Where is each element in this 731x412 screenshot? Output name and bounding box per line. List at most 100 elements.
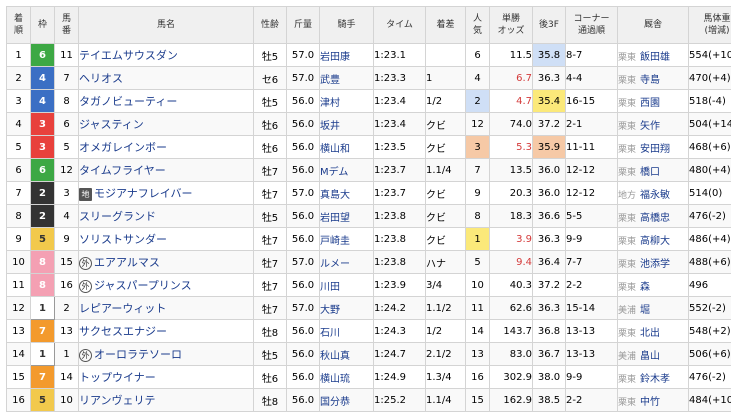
trainer-cell[interactable]: 栗東矢作 (618, 113, 689, 136)
jockey-link[interactable]: 津村 (320, 90, 374, 113)
header-pos-text: 順 (14, 26, 23, 36)
trainer-cell[interactable]: 栗東西園 (618, 90, 689, 113)
horse-name-link[interactable]: ヘリオス (79, 72, 123, 85)
trainer-link[interactable]: 高橋忠 (640, 213, 670, 224)
horse-name-cell[interactable]: レピアーウィット (79, 297, 254, 320)
horse-name-link[interactable]: エアアルマス (94, 256, 160, 269)
table-row[interactable]: 6612タイムフライヤー牡756.0Mデム1:23.71.1/4713.536.… (7, 159, 731, 182)
horse-name-cell[interactable]: 外エアアルマス (79, 251, 254, 274)
horse-name-cell[interactable]: タガノビューティー (79, 90, 254, 113)
table-row[interactable]: 723地モジアナフレイバー牡757.0真島大1:23.7クビ920.336.01… (7, 182, 731, 205)
horse-name-cell[interactable]: ヘリオス (79, 67, 254, 90)
trainer-cell[interactable]: 地方福永敏 (618, 182, 689, 205)
horse-name-link[interactable]: レピアーウィット (79, 302, 166, 315)
trainer-link[interactable]: 寺島 (640, 75, 660, 86)
trainer-link[interactable]: 畠山 (640, 351, 660, 362)
trainer-link[interactable]: 飯田雄 (640, 52, 670, 63)
trainer-link[interactable]: 矢作 (640, 121, 660, 132)
table-row[interactable]: 10815外エアアルマス牡757.0ルメー1:23.8ハナ59.436.47-7… (7, 251, 731, 274)
corner-positions: 2-2 (566, 389, 618, 412)
horse-name-cell[interactable]: サクセスエナジー (79, 320, 254, 343)
trainer-cell[interactable]: 栗東北出 (618, 320, 689, 343)
table-row[interactable]: 16510リアンヴェリテ牡856.0国分恭1:25.21.1/415162.93… (7, 389, 731, 412)
horse-name-link[interactable]: タガノビューティー (79, 95, 177, 108)
jockey-link[interactable]: 国分恭 (320, 389, 374, 412)
trainer-link[interactable]: 福永敏 (640, 190, 670, 201)
table-row[interactable]: 13713サクセスエナジー牡856.0石川1:24.31/214143.736.… (7, 320, 731, 343)
table-row[interactable]: 1611テイエムサウスダン牡557.0岩田康1:23.1611.535.88-7… (7, 44, 731, 67)
horse-name-cell[interactable]: タイムフライヤー (79, 159, 254, 182)
horse-name-cell[interactable]: 外ジャスパープリンス (79, 274, 254, 297)
jockey-link[interactable]: 真島大 (320, 182, 374, 205)
horse-name-cell[interactable]: オメガレインボー (79, 136, 254, 159)
jockey-link[interactable]: ルメー (320, 251, 374, 274)
horse-name-link[interactable]: ソリストサンダー (79, 233, 167, 246)
horse-name-link[interactable]: タイムフライヤー (79, 164, 166, 177)
trainer-cell[interactable]: 美浦堀 (618, 297, 689, 320)
trainer-link[interactable]: 中竹 (640, 397, 660, 408)
header-time: タイム (374, 7, 426, 44)
table-row[interactable]: 959ソリストサンダー牡756.0戸崎圭1:23.8クビ13.936.39-9栗… (7, 228, 731, 251)
trainer-link[interactable]: 池添学 (640, 259, 670, 270)
jockey-link[interactable]: 岩田望 (320, 205, 374, 228)
horse-name-link[interactable]: リアンヴェリテ (79, 394, 156, 407)
horse-number: 15 (55, 251, 79, 274)
trainer-cell[interactable]: 栗東高橋忠 (618, 205, 689, 228)
horse-name-link[interactable]: トップウイナー (79, 371, 156, 384)
table-row[interactable]: 1212レピアーウィット牡757.0大野1:24.21.1/21162.636.… (7, 297, 731, 320)
jockey-link[interactable]: 横山和 (320, 136, 374, 159)
horse-name-cell[interactable]: リアンヴェリテ (79, 389, 254, 412)
jockey-link[interactable]: 武豊 (320, 67, 374, 90)
trainer-cell[interactable]: 栗東森 (618, 274, 689, 297)
jockey-link[interactable]: 大野 (320, 297, 374, 320)
table-row[interactable]: 535オメガレインボー牡656.0横山和1:23.5クビ35.335.911-1… (7, 136, 731, 159)
trainer-link[interactable]: 森 (640, 282, 650, 293)
horse-name-cell[interactable]: スリーグランド (79, 205, 254, 228)
jockey-link[interactable]: Mデム (320, 159, 374, 182)
table-row[interactable]: 348タガノビューティー牡556.0津村1:23.41/224.735.416-… (7, 90, 731, 113)
jockey-link[interactable]: 坂井 (320, 113, 374, 136)
trainer-link[interactable]: 安田翔 (640, 144, 670, 155)
trainer-link[interactable]: 堀 (640, 305, 650, 316)
table-row[interactable]: 1411外オーロラテソーロ牡556.0秋山真1:24.72.1/21383.03… (7, 343, 731, 366)
jockey-link[interactable]: 秋山真 (320, 343, 374, 366)
trainer-cell[interactable]: 栗東池添学 (618, 251, 689, 274)
trainer-cell[interactable]: 栗東鈴木孝 (618, 366, 689, 389)
horse-name-link[interactable]: ジャスパープリンス (94, 279, 192, 292)
jockey-link[interactable]: 川田 (320, 274, 374, 297)
table-row[interactable]: 436ジャスティン牡656.0坂井1:23.4クビ1274.037.22-1栗東… (7, 113, 731, 136)
horse-name-link[interactable]: テイエムサウスダン (79, 49, 178, 62)
trainer-link[interactable]: 鈴木孝 (640, 374, 670, 385)
jockey-link[interactable]: 石川 (320, 320, 374, 343)
jockey-link[interactable]: 戸崎圭 (320, 228, 374, 251)
trainer-link[interactable]: 北出 (640, 328, 660, 339)
trainer-cell[interactable]: 栗東高柳大 (618, 228, 689, 251)
trainer-cell[interactable]: 美浦畠山 (618, 343, 689, 366)
trainer-link[interactable]: 橋口 (640, 167, 660, 178)
trainer-cell[interactable]: 栗東橋口 (618, 159, 689, 182)
table-row[interactable]: 11816外ジャスパープリンス牡756.0川田1:23.93/41040.337… (7, 274, 731, 297)
horse-name-cell[interactable]: ソリストサンダー (79, 228, 254, 251)
trainer-cell[interactable]: 栗東飯田雄 (618, 44, 689, 67)
trainer-link[interactable]: 高柳大 (640, 236, 670, 247)
trainer-cell[interactable]: 栗東中竹 (618, 389, 689, 412)
trainer-cell[interactable]: 栗東安田翔 (618, 136, 689, 159)
jockey-link[interactable]: 横山琉 (320, 366, 374, 389)
trainer-link[interactable]: 西園 (640, 98, 660, 109)
jockey-link[interactable]: 岩田康 (320, 44, 374, 67)
horse-name-link[interactable]: スリーグランド (79, 210, 156, 223)
horse-name-link[interactable]: モジアナフレイバー (94, 187, 193, 200)
horse-name-link[interactable]: サクセスエナジー (79, 325, 167, 338)
horse-name-cell[interactable]: 地モジアナフレイバー (79, 182, 254, 205)
horse-name-link[interactable]: ジャスティン (79, 118, 144, 131)
horse-name-cell[interactable]: 外オーロラテソーロ (79, 343, 254, 366)
horse-name-cell[interactable]: テイエムサウスダン (79, 44, 254, 67)
table-row[interactable]: 247ヘリオスセ657.0武豊1:23.3146.736.34-4栗東寺島470… (7, 67, 731, 90)
table-row[interactable]: 15714トップウイナー牡656.0横山琉1:24.91.3/416302.93… (7, 366, 731, 389)
horse-name-cell[interactable]: ジャスティン (79, 113, 254, 136)
horse-name-link[interactable]: オメガレインボー (79, 141, 167, 154)
horse-name-cell[interactable]: トップウイナー (79, 366, 254, 389)
table-row[interactable]: 824スリーグランド牡556.0岩田望1:23.8クビ818.336.65-5栗… (7, 205, 731, 228)
trainer-cell[interactable]: 栗東寺島 (618, 67, 689, 90)
horse-name-link[interactable]: オーロラテソーロ (94, 348, 182, 361)
